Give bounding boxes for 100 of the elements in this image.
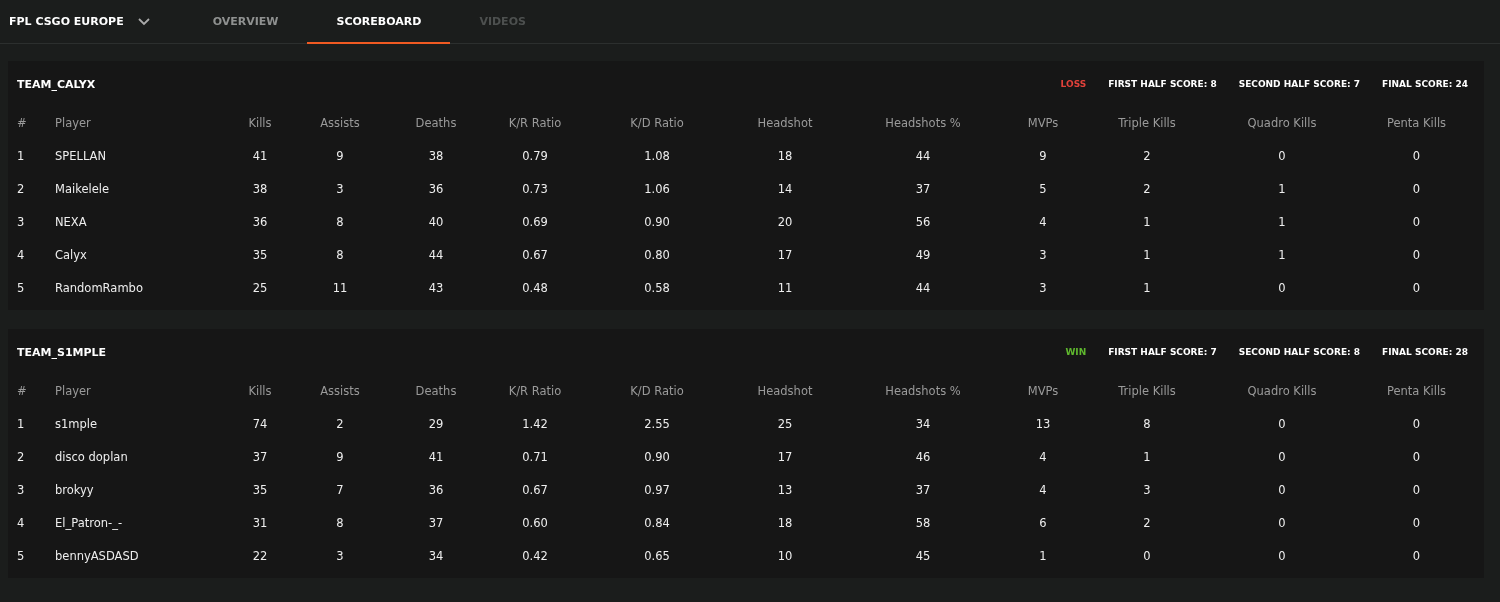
table-cell-text: 4	[1038, 482, 1048, 497]
table-cell-text: 14	[776, 181, 794, 196]
table-cell-text: Calyx	[55, 247, 88, 262]
table-cell-text: NEXA	[55, 214, 88, 229]
table-cell-text: 8	[335, 247, 345, 262]
table-cell-text: 2	[17, 449, 26, 464]
score-label: SECOND HALF SCORE: 8	[1238, 347, 1361, 357]
column-header: Headshots %	[884, 384, 962, 398]
table-cell-text: 4	[17, 247, 26, 262]
nav-tab[interactable]: OVERVIEW	[183, 0, 308, 44]
column-header: MVPs	[1026, 116, 1060, 130]
table-cell-text: SPELLAN	[55, 148, 108, 163]
column-header: Quadro Kills	[1246, 116, 1318, 130]
table-cell-text: 0	[1277, 482, 1287, 497]
table-cell-text: 1	[17, 416, 26, 431]
table-cell-text: 2.55	[643, 416, 671, 431]
table-cell-text: 0.79	[521, 148, 549, 163]
table-cell-text: 4	[1038, 449, 1048, 464]
event-dropdown[interactable]: FPL CSGO EUROPE	[9, 0, 150, 43]
table-cell-text: 0.65	[643, 548, 671, 563]
table-cell-text: 4	[17, 515, 26, 530]
chevron-down-icon	[137, 17, 150, 26]
table-cell-text: 1	[1142, 247, 1152, 262]
table-cell-text: 3	[1038, 280, 1048, 295]
table-cell-text: 0	[1411, 449, 1422, 464]
table-cell-text: 1	[1277, 247, 1287, 262]
table-cell-text: brokyy	[55, 482, 95, 497]
column-header: Assists	[319, 116, 361, 130]
table-cell-text: 0	[1411, 515, 1422, 530]
column-header: #	[17, 116, 28, 130]
table-cell-text: 0	[1277, 449, 1287, 464]
table-cell-text: 0	[1277, 515, 1287, 530]
table-cell-text: 1.06	[643, 181, 671, 196]
table-cell-text: 0	[1411, 482, 1422, 497]
match-result: LOSS	[1060, 79, 1087, 89]
table-cell-text: 0.58	[643, 280, 671, 295]
column-header: K/D Ratio	[629, 116, 685, 130]
column-header: Headshot	[756, 384, 814, 398]
table-cell-text: 1	[1277, 181, 1287, 196]
table-cell-text: 34	[427, 548, 445, 563]
table-cell-text: 40	[427, 214, 445, 229]
table-cell-text: 5	[17, 548, 26, 563]
table-cell-text: 46	[914, 449, 932, 464]
table-cell-text: 34	[914, 416, 932, 431]
column-header: Quadro Kills	[1246, 384, 1318, 398]
score-label: FINAL SCORE: 24	[1382, 79, 1468, 89]
table-cell-text: 5	[17, 280, 26, 295]
column-header: Headshot	[756, 116, 814, 130]
table-cell-text: 18	[776, 148, 794, 163]
table-cell-text: 0.90	[643, 449, 671, 464]
table-cell-text: 0	[1411, 214, 1422, 229]
table-cell-text: 37	[914, 181, 932, 196]
table-cell-text: 2	[1142, 515, 1152, 530]
table-cell-text: 38	[427, 148, 445, 163]
table-cell-text: 49	[914, 247, 932, 262]
table-cell-text: 13	[776, 482, 794, 497]
column-header: Player	[55, 116, 92, 130]
score-label: SECOND HALF SCORE: 7	[1238, 79, 1361, 89]
table-cell-text: 8	[335, 214, 345, 229]
table-cell-text: 35	[251, 247, 269, 262]
table-cell-text: 0.69	[521, 214, 549, 229]
score-label: FINAL SCORE: 28	[1382, 347, 1468, 357]
table-cell-text: 1.42	[521, 416, 549, 431]
table-cell-text: RandomRambo	[55, 280, 144, 295]
table-cell-text: 0.97	[643, 482, 671, 497]
table-cell-text: 0	[1277, 548, 1287, 563]
table-cell-text: 41	[251, 148, 269, 163]
table-cell-text: 7	[335, 482, 345, 497]
table-cell-text: 8	[1142, 416, 1152, 431]
table-cell-text: 1	[1142, 214, 1152, 229]
column-header: Assists	[319, 384, 361, 398]
table-cell-text: 1	[1038, 548, 1048, 563]
table-cell-text: 0.60	[521, 515, 549, 530]
table-cell-text: 0	[1411, 548, 1422, 563]
table-cell-text: 37	[427, 515, 445, 530]
table-cell-text: 0	[1411, 416, 1422, 431]
table-cell-text: 22	[251, 548, 269, 563]
table-cell-text: 18	[776, 515, 794, 530]
column-header: Deaths	[414, 384, 458, 398]
table-cell-text: 0.42	[521, 548, 549, 563]
table-cell-text: 3	[1142, 482, 1152, 497]
match-result: WIN	[1065, 347, 1087, 357]
table-cell-text: 20	[776, 214, 794, 229]
table-cell-text: 1	[1142, 449, 1152, 464]
nav-tab[interactable]: SCOREBOARD	[307, 0, 451, 44]
table-cell-text: 1	[17, 148, 26, 163]
team-name: TEAM_CALYX	[17, 77, 96, 91]
table-cell-text: 58	[914, 515, 932, 530]
table-cell-text: 4	[1038, 214, 1048, 229]
table-cell-text: 0	[1277, 148, 1287, 163]
table-cell-text: 37	[914, 482, 932, 497]
column-header: Headshots %	[884, 116, 962, 130]
table-cell-text: 9	[1038, 148, 1048, 163]
table-cell-text: 44	[427, 247, 445, 262]
table-cell-text: 0	[1277, 416, 1287, 431]
table-cell-text: Maikelele	[55, 181, 111, 196]
table-cell-text: 9	[335, 449, 345, 464]
table-cell-text: 10	[776, 548, 794, 563]
table-cell-text: 0	[1411, 148, 1422, 163]
table-cell-text: 6	[1038, 515, 1048, 530]
